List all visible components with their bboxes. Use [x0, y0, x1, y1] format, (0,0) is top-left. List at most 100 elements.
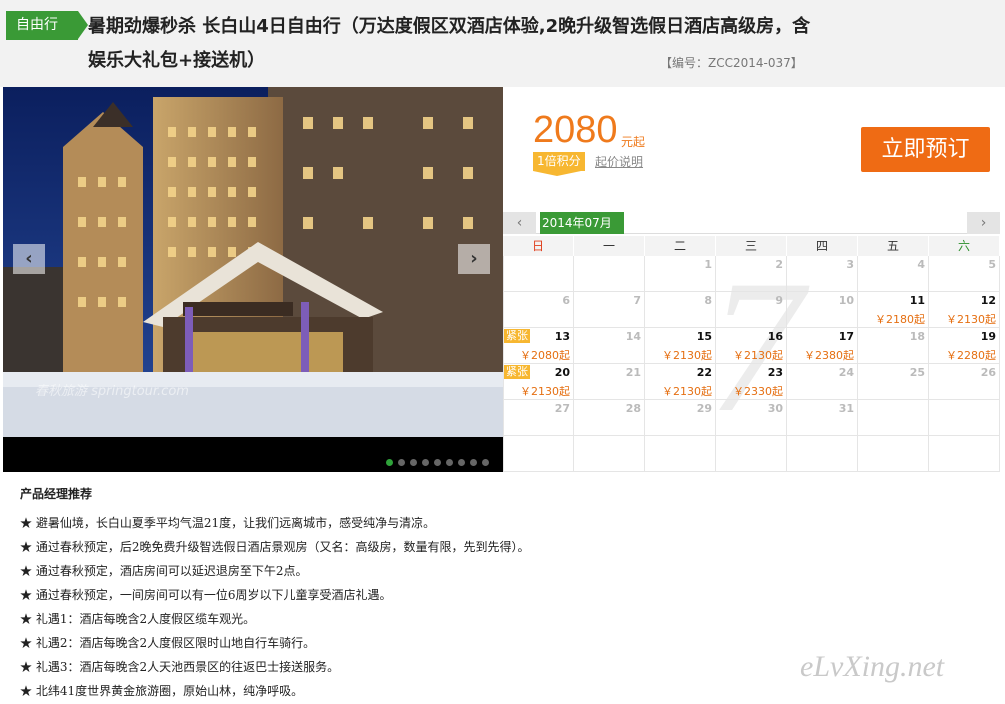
day-price: ￥2380起 — [804, 349, 854, 362]
calendar-day — [503, 436, 574, 472]
calendar-day: 3 — [787, 256, 858, 292]
calendar-day — [574, 436, 645, 472]
day-number: 31 — [838, 402, 854, 415]
recommendation-item: ★ 通过春秋预定，后2晚免费升级智选假日酒店景观房（又名：高级房，数量有限，先到… — [20, 540, 530, 554]
day-price: ￥2130起 — [520, 385, 570, 398]
product-code: 【编号：ZCC2014-037】 — [660, 56, 803, 70]
book-now-button[interactable]: 立即预订 — [861, 127, 990, 172]
carousel-dot[interactable] — [422, 459, 429, 466]
price-panel: 2080 元起 1倍积分 起价说明 立即预订 — [503, 87, 1003, 214]
day-number: 26 — [980, 366, 996, 379]
recommendation-item: ★ 避暑仙境，长白山夏季平均气温21度，让我们远离城市，感受纯净与清凉。 — [20, 516, 436, 530]
price-description-link[interactable]: 起价说明 — [595, 153, 643, 170]
day-number: 12 — [980, 294, 996, 307]
manager-recommendations: 产品经理推荐 ★ 避暑仙境，长白山夏季平均气温21度，让我们远离城市，感受纯净与… — [20, 485, 920, 703]
price-amount: 2080 — [533, 109, 618, 151]
day-number: 10 — [838, 294, 854, 307]
calendar-prev-button[interactable]: ‹ — [503, 212, 536, 234]
day-price: ￥2080起 — [520, 349, 570, 362]
carousel-dot[interactable] — [458, 459, 465, 466]
calendar-day[interactable]: 22 ￥2130起 — [645, 364, 716, 400]
product-header: 自由行 暑期劲爆秒杀 长白山4日自由行（万达度假区双酒店体验,2晚升级智选假日酒… — [0, 0, 1005, 87]
calendar-day: 9 — [716, 292, 787, 328]
recommendation-item: ★ 礼遇2：酒店每晚含2人度假区限时山地自行车骑行。 — [20, 636, 316, 650]
calendar-day: 27 — [503, 400, 574, 436]
day-price: ￥2130起 — [662, 385, 712, 398]
calendar-day: 30 — [716, 400, 787, 436]
calendar-day — [858, 400, 929, 436]
day-price: ￥2130起 — [946, 313, 996, 326]
calendar-day[interactable]: 12 ￥2130起 — [929, 292, 1000, 328]
day-number: 11 — [909, 294, 925, 307]
calendar-day[interactable]: 11 ￥2180起 — [858, 292, 929, 328]
points-badge: 1倍积分 — [533, 152, 585, 176]
calendar-month: 2014年07月 — [540, 212, 624, 234]
calendar-day — [858, 436, 929, 472]
day-number: 28 — [625, 402, 641, 415]
calendar-day: 24 — [787, 364, 858, 400]
calendar-day: 21 — [574, 364, 645, 400]
day-price: ￥2280起 — [946, 349, 996, 362]
weekday-label: 四 — [787, 236, 858, 256]
weekday-label: 日 — [503, 236, 574, 256]
calendar-day — [787, 436, 858, 472]
calendar-day[interactable]: 13 紧张 ￥2080起 — [503, 328, 574, 364]
photo-watermark: 春秋旅游 springtour.com — [35, 384, 189, 399]
day-number: 19 — [980, 330, 996, 343]
day-price: ￥2130起 — [733, 349, 783, 362]
carousel-next-button[interactable]: › — [458, 244, 490, 274]
day-number: 7 — [633, 294, 641, 307]
day-number: 21 — [625, 366, 641, 379]
carousel-dot[interactable] — [386, 459, 393, 466]
calendar-day — [645, 436, 716, 472]
calendar-day: 4 — [858, 256, 929, 292]
day-number: 1 — [704, 258, 712, 271]
calendar-day[interactable]: 16 ￥2130起 — [716, 328, 787, 364]
carousel-dot[interactable] — [482, 459, 489, 466]
day-number: 13 — [554, 330, 570, 343]
calendar-week — [503, 436, 1000, 472]
calendar-day: 29 — [645, 400, 716, 436]
day-number: 22 — [696, 366, 712, 379]
weekday-label: 五 — [858, 236, 929, 256]
calendar-day — [929, 436, 1000, 472]
price-calendar: ‹ 2014年07月 › 7 日一二三四五六 1 2 3 4 5 6 7 8 9 10 11 ￥218… — [503, 212, 1000, 473]
price-suffix: 元起 — [621, 135, 646, 149]
day-number: 16 — [767, 330, 783, 343]
carousel-dot[interactable] — [410, 459, 417, 466]
calendar-day[interactable]: 15 ￥2130起 — [645, 328, 716, 364]
calendar-week: 27 28 29 30 31 — [503, 400, 1000, 436]
carousel-dot[interactable] — [446, 459, 453, 466]
calendar-day — [574, 256, 645, 292]
calendar-day: 6 — [503, 292, 574, 328]
calendar-week: 20 紧张 ￥2130起 21 22 ￥2130起 23 ￥2330起 24 25 26 — [503, 364, 1000, 400]
calendar-day: 25 — [858, 364, 929, 400]
carousel-dot[interactable] — [434, 459, 441, 466]
calendar-week: 1 2 3 4 5 — [503, 256, 1000, 292]
day-number: 3 — [846, 258, 854, 271]
carousel-dot[interactable] — [398, 459, 405, 466]
calendar-day[interactable]: 23 ￥2330起 — [716, 364, 787, 400]
weekday-label: 六 — [929, 236, 1000, 256]
calendar-day: 10 — [787, 292, 858, 328]
day-number: 8 — [704, 294, 712, 307]
calendar-day[interactable]: 17 ￥2380起 — [787, 328, 858, 364]
day-number: 5 — [988, 258, 996, 271]
calendar-day[interactable]: 19 ￥2280起 — [929, 328, 1000, 364]
carousel-prev-button[interactable]: ‹ — [13, 244, 45, 274]
calendar-day[interactable]: 20 紧张 ￥2130起 — [503, 364, 574, 400]
calendar-next-button[interactable]: › — [967, 212, 1000, 234]
day-number: 14 — [625, 330, 641, 343]
day-number: 9 — [775, 294, 783, 307]
calendar-day: 5 — [929, 256, 1000, 292]
calendar-day: 14 — [574, 328, 645, 364]
calendar-week: 6 7 8 9 10 11 ￥2180起 12 ￥2130起 — [503, 292, 1000, 328]
calendar-day — [503, 256, 574, 292]
day-price: ￥2180起 — [875, 313, 925, 326]
calendar-day: 31 — [787, 400, 858, 436]
weekday-label: 三 — [716, 236, 787, 256]
carousel-dot[interactable] — [470, 459, 477, 466]
day-number: 30 — [767, 402, 783, 415]
calendar-body: 1 2 3 4 5 6 7 8 9 10 11 ￥2180起 12 ￥2130起 13 紧张 ￥2080起 14 1… — [503, 256, 1000, 472]
day-number: 17 — [838, 330, 854, 343]
